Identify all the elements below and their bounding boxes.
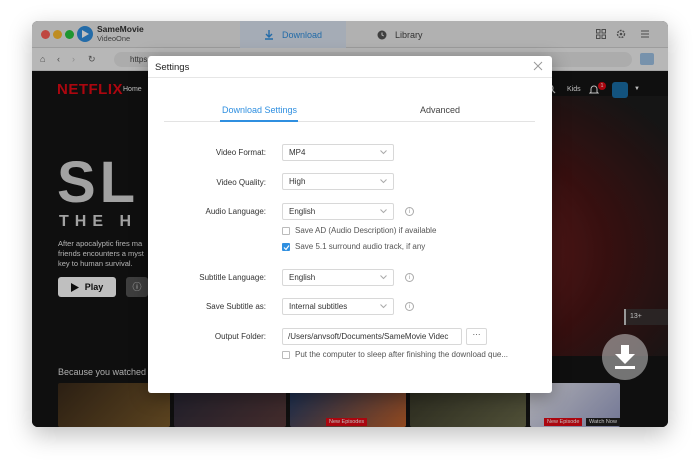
output-folder-field[interactable]: /Users/anvsoft/Documents/SameMovie Videc [282, 328, 462, 345]
audio-language-select[interactable]: English [282, 203, 394, 220]
audio-description-label: Save AD (Audio Description) if available [295, 226, 437, 235]
video-format-value: MP4 [289, 148, 306, 157]
output-folder-label: Output Folder: [214, 332, 266, 341]
download-arrow-icon [615, 345, 635, 369]
video-quality-label: Video Quality: [216, 178, 266, 187]
video-quality-value: High [289, 177, 306, 186]
dialog-title: Settings [155, 62, 190, 73]
active-tab-indicator [220, 120, 298, 122]
info-icon[interactable]: i [405, 302, 414, 311]
chevron-down-icon [380, 150, 387, 155]
save-subtitle-as-select[interactable]: Internal subtitles [282, 298, 394, 315]
video-quality-select[interactable]: High [282, 173, 394, 190]
tab-download-settings[interactable]: Download Settings [222, 105, 297, 115]
chevron-down-icon [380, 179, 387, 184]
audio-language-value: English [289, 207, 316, 216]
settings-dialog: Settings Download Settings Advanced Vide… [148, 56, 552, 393]
browse-folder-button[interactable]: ··· [466, 328, 487, 345]
sleep-label: Put the computer to sleep after finishin… [295, 350, 509, 359]
surround-checkbox[interactable] [282, 243, 290, 251]
info-icon[interactable]: i [405, 273, 414, 282]
video-format-label: Video Format: [215, 148, 266, 157]
floating-download-button[interactable] [602, 334, 648, 380]
save-subtitle-as-label: Save Subtitle as: [205, 302, 266, 311]
audio-language-label: Audio Language: [205, 207, 267, 216]
subtitle-language-select[interactable]: English [282, 269, 394, 286]
sleep-checkbox[interactable] [282, 351, 290, 359]
dialog-header: Settings [148, 56, 552, 78]
chevron-down-icon [380, 275, 387, 280]
chevron-down-icon [380, 209, 387, 214]
tab-advanced[interactable]: Advanced [420, 105, 460, 115]
close-icon[interactable] [533, 61, 543, 71]
checkmark-icon [283, 245, 290, 251]
chevron-down-icon [380, 304, 387, 309]
audio-description-checkbox[interactable] [282, 227, 290, 235]
video-format-select[interactable]: MP4 [282, 144, 394, 161]
save-subtitle-as-value: Internal subtitles [289, 302, 348, 311]
subtitle-language-value: English [289, 273, 316, 282]
info-icon[interactable]: i [405, 207, 414, 216]
surround-label: Save 5.1 surround audio track, if any [295, 242, 426, 251]
subtitle-language-label: Subtitle Language: [199, 273, 266, 282]
